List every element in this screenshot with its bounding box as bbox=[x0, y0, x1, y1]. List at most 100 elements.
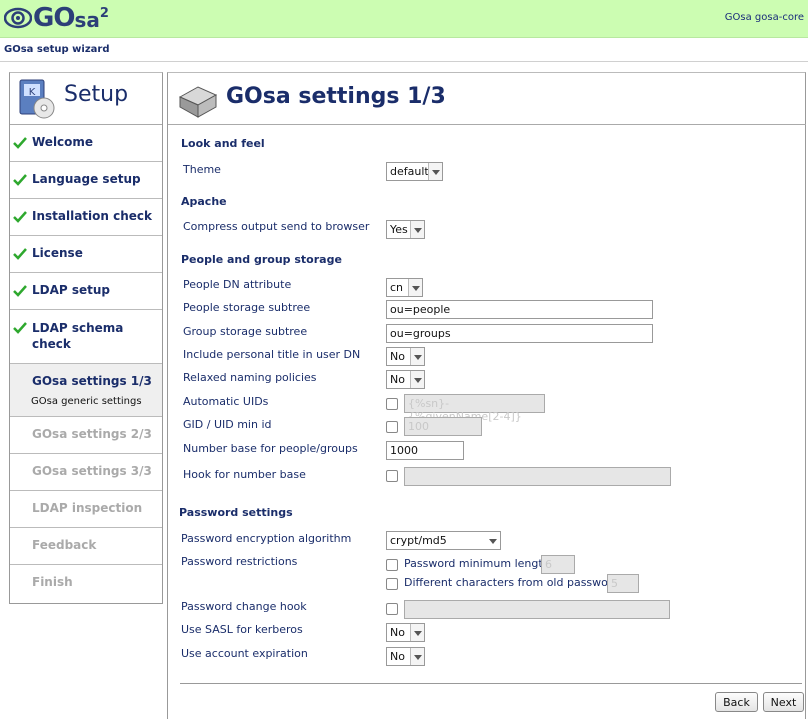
password-change-hook-checkbox[interactable] bbox=[386, 603, 398, 615]
svg-text:K: K bbox=[29, 87, 36, 98]
footer-divider bbox=[180, 683, 802, 684]
sidebar-item-label: GOsa settings 1/3 bbox=[32, 374, 152, 388]
people-subtree-input[interactable]: ou=people bbox=[386, 300, 653, 319]
checkmark-icon bbox=[13, 211, 27, 223]
auto-uids-label: Automatic UIDs bbox=[183, 395, 269, 408]
sidebar-item-finish: Finish bbox=[10, 565, 162, 602]
theme-select[interactable]: default bbox=[386, 162, 443, 181]
group-subtree-label: Group storage subtree bbox=[183, 325, 308, 338]
personal-title-select[interactable]: No bbox=[386, 347, 425, 366]
server-drive-icon bbox=[178, 86, 218, 118]
gid-uid-input: 100 bbox=[404, 417, 482, 436]
sidebar-item-welcome[interactable]: Welcome bbox=[10, 125, 162, 162]
compress-label: Compress output send to browser bbox=[183, 220, 370, 233]
chevron-down-icon bbox=[410, 648, 424, 665]
sidebar-title: Setup bbox=[64, 82, 129, 107]
sidebar-header: K Setup bbox=[10, 73, 162, 125]
number-base-input[interactable]: 1000 bbox=[386, 441, 464, 460]
setup-package-icon: K bbox=[19, 79, 55, 119]
logo-superscript: 2 bbox=[99, 5, 109, 21]
number-base-label: Number base for people/groups bbox=[183, 442, 358, 455]
number-base-hook-label: Hook for number base bbox=[183, 468, 306, 481]
wizard-title: GOsa setup wizard bbox=[4, 44, 110, 55]
sidebar-item-gosa-settings-1[interactable]: GOsa settings 1/3 GOsa generic settings bbox=[10, 364, 162, 417]
back-button[interactable]: Back bbox=[715, 692, 758, 712]
checkmark-icon bbox=[13, 248, 27, 260]
sub-header: GOsa setup wizard bbox=[0, 38, 808, 62]
diff-chars-checkbox[interactable] bbox=[386, 578, 398, 590]
section-people-group-storage: People and group storage bbox=[181, 253, 342, 266]
logo-text-sa: sa bbox=[74, 8, 100, 32]
gid-uid-label: GID / UID min id bbox=[183, 418, 272, 431]
personal-title-value: No bbox=[390, 350, 405, 363]
chevron-down-icon bbox=[486, 532, 500, 549]
min-length-input: 6 bbox=[541, 555, 575, 574]
account-expiration-value: No bbox=[390, 650, 405, 663]
compress-value: Yes bbox=[390, 223, 408, 236]
next-button[interactable]: Next bbox=[763, 692, 804, 712]
password-algo-value: crypt/md5 bbox=[390, 534, 447, 547]
compress-select[interactable]: Yes bbox=[386, 220, 425, 239]
number-base-hook-input bbox=[404, 467, 671, 486]
sidebar-item-license[interactable]: License bbox=[10, 236, 162, 273]
people-dn-label: People DN attribute bbox=[183, 278, 292, 291]
people-dn-value: cn bbox=[390, 281, 404, 294]
password-change-hook-input bbox=[404, 600, 670, 619]
sidebar-item-label: LDAP schema check bbox=[32, 321, 124, 351]
sasl-select[interactable]: No bbox=[386, 623, 425, 642]
sidebar-item-ldap-schema-check[interactable]: LDAP schema check bbox=[10, 310, 162, 364]
sidebar-item-installation-check[interactable]: Installation check bbox=[10, 199, 162, 236]
sidebar-item-label: Feedback bbox=[32, 538, 97, 552]
chevron-down-icon bbox=[410, 221, 424, 238]
checkmark-icon bbox=[13, 137, 27, 149]
gid-uid-checkbox[interactable] bbox=[386, 421, 398, 433]
sidebar-item-ldap-inspection: LDAP inspection bbox=[10, 491, 162, 528]
password-change-hook-label: Password change hook bbox=[181, 600, 307, 613]
setup-sidebar: K Setup Welcome Language setup Installat… bbox=[9, 72, 163, 604]
chevron-down-icon bbox=[410, 371, 424, 388]
sidebar-item-sublabel: GOsa generic settings bbox=[31, 396, 142, 407]
relaxed-naming-value: No bbox=[390, 373, 405, 386]
top-header: GO sa 2 GOsa gosa-core bbox=[0, 0, 808, 38]
sidebar-item-gosa-settings-2: GOsa settings 2/3 bbox=[10, 417, 162, 454]
diff-chars-label: Different characters from old password bbox=[404, 576, 620, 589]
sidebar-item-label: Language setup bbox=[32, 172, 141, 186]
account-expiration-select[interactable]: No bbox=[386, 647, 425, 666]
number-base-hook-checkbox[interactable] bbox=[386, 470, 398, 482]
min-length-label: Password minimum length bbox=[404, 557, 550, 570]
group-subtree-input[interactable]: ou=groups bbox=[386, 324, 653, 343]
auto-uids-checkbox[interactable] bbox=[386, 398, 398, 410]
sidebar-item-gosa-settings-3: GOsa settings 3/3 bbox=[10, 454, 162, 491]
min-length-checkbox[interactable] bbox=[386, 559, 398, 571]
relaxed-naming-select[interactable]: No bbox=[386, 370, 425, 389]
sidebar-item-label: GOsa settings 2/3 bbox=[32, 427, 152, 441]
password-algo-select[interactable]: crypt/md5 bbox=[386, 531, 501, 550]
chevron-down-icon bbox=[428, 163, 442, 180]
version-label: GOsa gosa-core bbox=[724, 12, 804, 23]
checkmark-icon bbox=[13, 322, 27, 334]
sasl-label: Use SASL for kerberos bbox=[181, 623, 303, 636]
sasl-value: No bbox=[390, 626, 405, 639]
sidebar-item-feedback: Feedback bbox=[10, 528, 162, 565]
logo-text-go: GO bbox=[33, 3, 75, 33]
sidebar-item-label: Installation check bbox=[32, 209, 153, 223]
people-dn-select[interactable]: cn bbox=[386, 278, 423, 297]
chevron-down-icon bbox=[410, 624, 424, 641]
gosa-logo: GO sa 2 bbox=[4, 3, 109, 33]
sidebar-item-language-setup[interactable]: Language setup bbox=[10, 162, 162, 199]
section-apache: Apache bbox=[181, 195, 227, 208]
chevron-down-icon bbox=[408, 279, 422, 296]
main-header: GOsa settings 1/3 bbox=[168, 73, 806, 125]
sidebar-item-label: License bbox=[32, 246, 83, 260]
gosa-eye-icon bbox=[4, 7, 32, 29]
auto-uids-input: {%sn}-{%givenName[2-4]} bbox=[404, 394, 545, 423]
sidebar-item-ldap-setup[interactable]: LDAP setup bbox=[10, 273, 162, 310]
diff-chars-input: 5 bbox=[607, 574, 639, 593]
section-password-settings: Password settings bbox=[179, 506, 293, 519]
sidebar-item-label: LDAP inspection bbox=[32, 501, 143, 515]
checkmark-icon bbox=[13, 285, 27, 297]
theme-label: Theme bbox=[183, 163, 221, 176]
sidebar-item-label: LDAP setup bbox=[32, 283, 111, 297]
relaxed-naming-label: Relaxed naming policies bbox=[183, 371, 317, 384]
password-algo-label: Password encryption algorithm bbox=[181, 532, 352, 545]
